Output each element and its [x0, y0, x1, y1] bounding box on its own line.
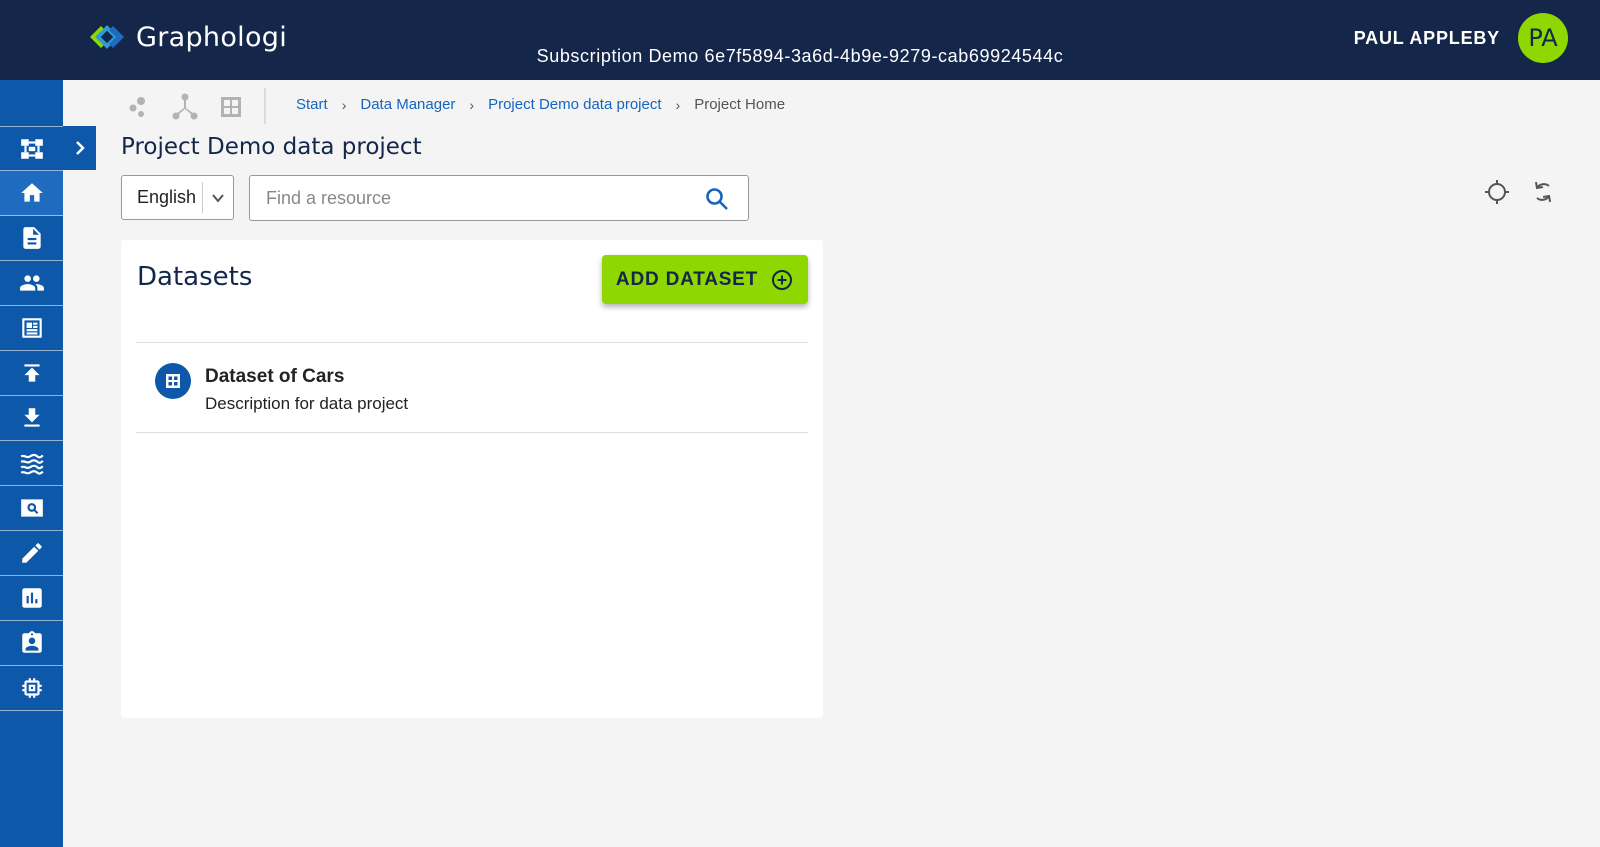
- refresh-icon[interactable]: [1529, 178, 1557, 206]
- waves-icon: [20, 453, 44, 475]
- sidebar-item-documents[interactable]: [0, 216, 63, 261]
- breadcrumb-separator: ›: [469, 96, 475, 113]
- chevron-down-icon: [212, 193, 224, 203]
- datasets-title: Datasets: [137, 262, 253, 292]
- list-item[interactable]: Dataset of Cars Description for data pro…: [136, 342, 808, 432]
- sidebar-item-dashboard[interactable]: [0, 306, 63, 351]
- grid-icon: [166, 374, 180, 388]
- search-input[interactable]: [266, 176, 686, 220]
- sidebar-item-search[interactable]: [0, 486, 63, 531]
- view-toolbar: [124, 92, 246, 122]
- sidebar-item-people[interactable]: [0, 261, 63, 306]
- sidebar-expand-button[interactable]: [63, 126, 96, 170]
- sidebar-item-download[interactable]: [0, 396, 63, 441]
- grid-icon[interactable]: [216, 92, 246, 122]
- chevron-right-icon: [75, 141, 85, 155]
- graph-icon[interactable]: [170, 92, 200, 122]
- breadcrumb-project[interactable]: Project Demo data project: [488, 96, 661, 113]
- upload-icon: [23, 364, 40, 382]
- document-icon: [22, 227, 41, 249]
- datasets-card: Datasets ADD DATASET Dataset of Cars Des…: [121, 240, 823, 718]
- chart-icon: [21, 588, 42, 608]
- search-icon: [706, 188, 728, 210]
- page-actions: [1483, 178, 1557, 206]
- sidebar-item-edit[interactable]: [0, 531, 63, 576]
- add-dataset-label: ADD DATASET: [615, 268, 759, 290]
- add-dataset-button[interactable]: ADD DATASET: [602, 255, 808, 304]
- breadcrumb: Start › Data Manager › Project Demo data…: [296, 96, 785, 113]
- page-title: Project Demo data project: [121, 134, 422, 160]
- breadcrumb-data-manager[interactable]: Data Manager: [360, 96, 455, 113]
- sidebar-item-network[interactable]: [0, 126, 63, 171]
- subscription-label: Subscription Demo 6e7f5894-3a6d-4b9e-927…: [536, 46, 1064, 66]
- dataset-description: Description for data project: [205, 394, 409, 413]
- people-icon: [19, 275, 44, 291]
- language-select[interactable]: English: [121, 175, 234, 220]
- breadcrumb-current: Project Home: [694, 96, 786, 113]
- chip-icon: [21, 678, 42, 698]
- sidebar-item-system[interactable]: [0, 666, 63, 711]
- breadcrumb-start[interactable]: Start: [296, 96, 328, 113]
- home-icon: [20, 183, 43, 202]
- download-icon: [23, 408, 40, 427]
- toolbar-divider: [264, 88, 266, 124]
- breadcrumb-separator: ›: [341, 96, 347, 113]
- dataset-title: Dataset of Cars: [205, 366, 345, 387]
- breadcrumb-separator: ›: [675, 96, 681, 113]
- sidebar-item-waves[interactable]: [0, 441, 63, 486]
- cluster-icon[interactable]: [124, 92, 154, 122]
- user-name[interactable]: PAUL APPLEBY: [1354, 28, 1500, 49]
- network-icon: [20, 138, 43, 159]
- sidebar-item-home[interactable]: [0, 171, 63, 216]
- dataset-icon: [155, 363, 191, 399]
- language-value: English: [137, 187, 197, 207]
- sidebar-item-profile[interactable]: [0, 621, 63, 666]
- sidebar-item-upload[interactable]: [0, 351, 63, 396]
- badge-icon: [21, 631, 42, 653]
- avatar[interactable]: PA: [1518, 13, 1568, 63]
- edit-icon: [21, 543, 42, 563]
- language-dropdown-toggle[interactable]: [203, 191, 233, 205]
- list-divider: [136, 432, 808, 433]
- resource-search: [249, 175, 749, 221]
- add-circle-icon: [772, 269, 793, 290]
- sidebar-item-reports[interactable]: [0, 576, 63, 621]
- sidebar: [0, 80, 63, 847]
- dashboard-icon: [21, 318, 42, 338]
- locate-icon[interactable]: [1483, 178, 1511, 206]
- search-button[interactable]: [704, 186, 730, 212]
- search-card-icon: [20, 499, 43, 517]
- top-header: Graphologi Subscription Demo 6e7f5894-3a…: [0, 0, 1600, 80]
